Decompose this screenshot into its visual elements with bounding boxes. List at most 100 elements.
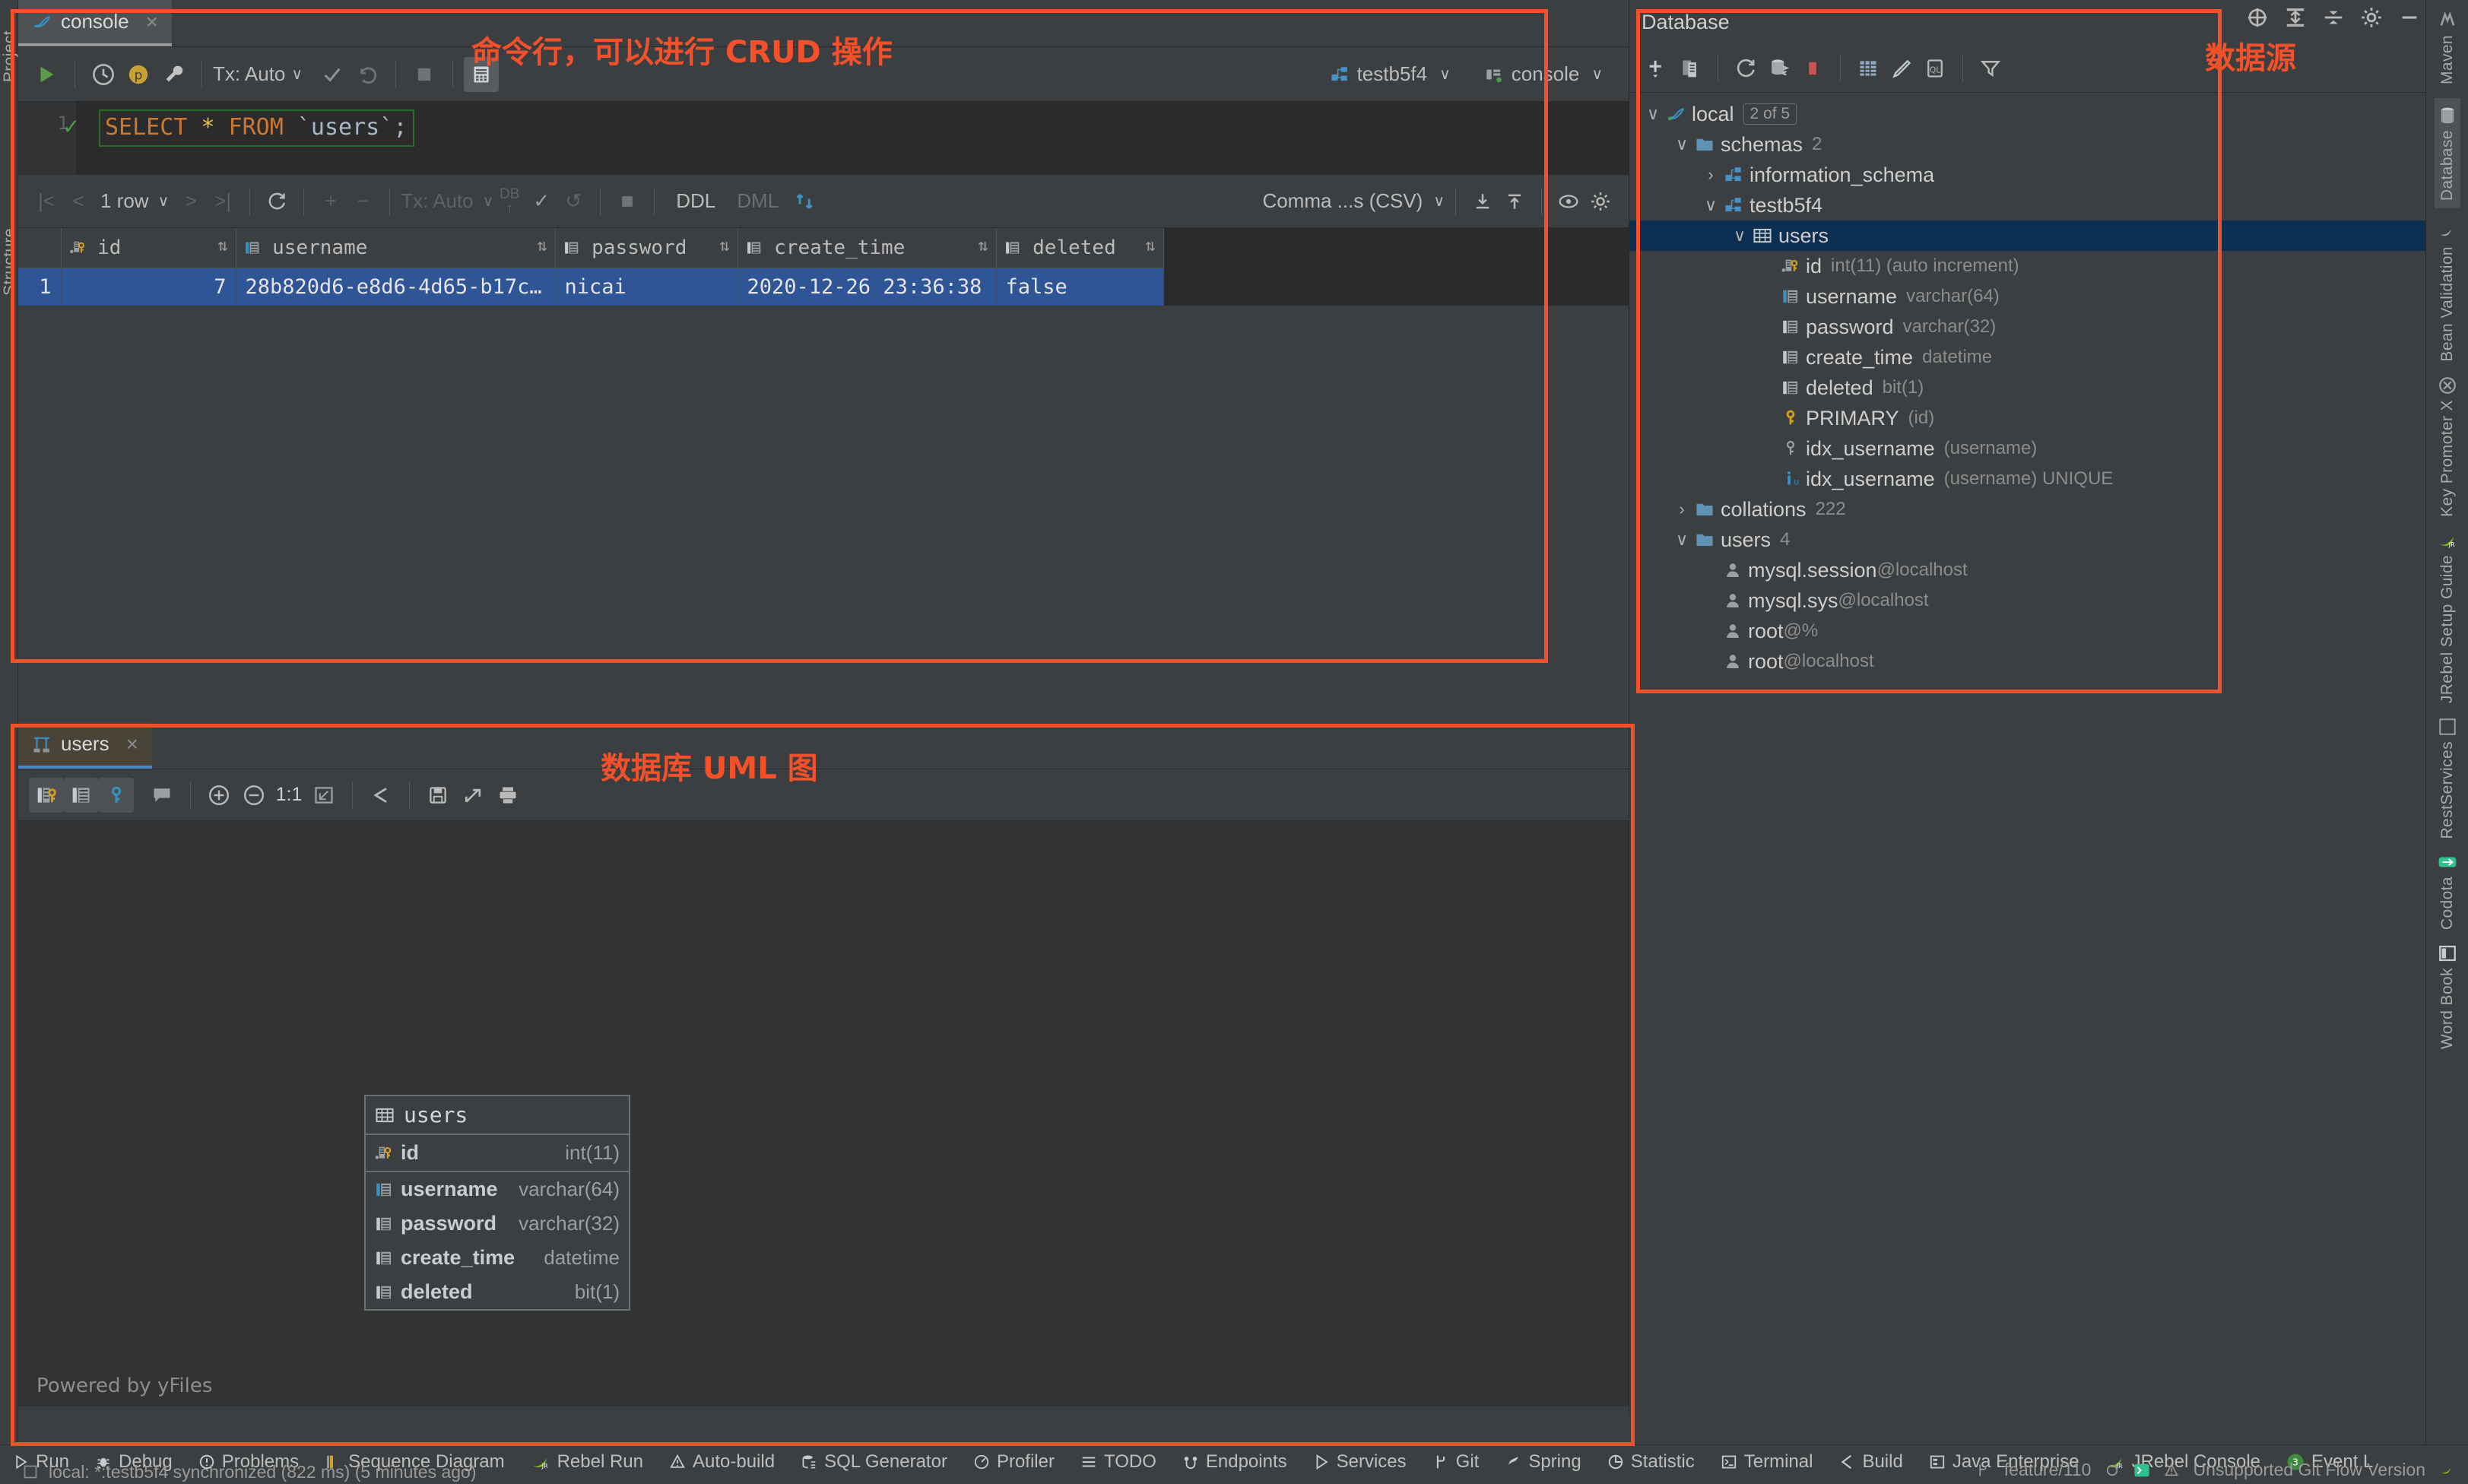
sql-statement[interactable]: SELECT * FROM `users`; (99, 109, 414, 147)
tree-node-mysql-sys[interactable]: mysql.sys@localhost (1629, 585, 2425, 616)
terminal-status-icon[interactable] (2133, 1462, 2150, 1479)
print-icon[interactable] (490, 778, 525, 813)
run-button[interactable] (29, 57, 64, 92)
table-row[interactable]: 1 7 28b820d6-e8d6-4d65-b17c… nicai 2020-… (18, 268, 1163, 306)
query-console-icon[interactable]: QL (1918, 52, 1952, 85)
actual-size-button[interactable]: 1:1 (271, 778, 306, 813)
tree-node-root[interactable]: root@localhost (1629, 646, 2425, 677)
uml-column-row[interactable]: deleted bit(1) (366, 1275, 629, 1309)
tool-window-button-bean-validation[interactable]: Bean Validation (2438, 222, 2457, 362)
grid-rollback-button[interactable]: ↺ (557, 186, 589, 217)
zoom-in-icon[interactable] (201, 778, 236, 813)
tree-node-schemas[interactable]: ∨schemas2 (1629, 129, 2425, 160)
modify-icon[interactable] (1885, 52, 1918, 85)
show-keys-toggle[interactable] (29, 778, 64, 813)
row-count-dropdown[interactable]: 1 row ∨ (100, 189, 169, 213)
uml-column-row[interactable]: create_time datetime (366, 1241, 629, 1275)
cell-username[interactable]: 28b820d6-e8d6-4d65-b17c… (236, 268, 555, 306)
fit-content-icon[interactable] (306, 778, 341, 813)
gear-icon[interactable] (2360, 6, 2383, 29)
prev-page-button[interactable]: < (62, 186, 94, 217)
tree-node-local[interactable]: ∨local2 of 5 (1629, 99, 2425, 129)
history-icon[interactable] (86, 57, 121, 92)
tool-window-button-word-book[interactable]: Word Book (2438, 943, 2457, 1049)
tree-node-idx-username[interactable]: idx_username(username) (1629, 433, 2425, 464)
add-datasource-button[interactable] (1640, 52, 1673, 85)
close-icon[interactable]: × (126, 732, 138, 756)
synchronize-icon[interactable] (1762, 52, 1796, 85)
tree-node-deleted[interactable]: deletedbit(1) (1629, 373, 2425, 403)
commit-button[interactable] (315, 57, 350, 92)
uml-column-row[interactable]: username varchar(64) (366, 1172, 629, 1207)
tool-strip-item-structure[interactable]: Structure (1, 228, 19, 296)
tree-node-mysql-session[interactable]: mysql.session@localhost (1629, 555, 2425, 585)
first-page-button[interactable]: |< (30, 186, 62, 217)
zoom-out-icon[interactable] (236, 778, 271, 813)
column-header-create-time[interactable]: create_time ⇅ (738, 228, 996, 268)
export-format-dropdown[interactable]: Comma ...s (CSV) ∨ (1262, 189, 1445, 213)
chevron-down-icon[interactable]: ∨ (1727, 226, 1753, 246)
stop-button[interactable] (407, 57, 442, 92)
close-icon[interactable]: × (146, 10, 158, 34)
collapse-all-icon[interactable] (2322, 6, 2345, 29)
chevron-right-icon[interactable]: › (1669, 499, 1695, 519)
tree-node-username[interactable]: usernamevarchar(64) (1629, 281, 2425, 312)
wrench-icon[interactable] (156, 57, 191, 92)
cell-password[interactable]: nicai (555, 268, 738, 306)
cell-create-time[interactable]: 2020-12-26 23:36:38 (738, 268, 996, 306)
uml-primary-row[interactable]: id int(11) (366, 1135, 629, 1172)
chevron-down-icon[interactable]: ∨ (1698, 195, 1724, 215)
gear-icon[interactable] (1585, 186, 1616, 217)
sort-icon[interactable]: ⇅ (537, 236, 547, 255)
git-flow-label[interactable]: Unsupported Git Flow Version (2193, 1460, 2425, 1480)
refresh-icon[interactable] (1729, 52, 1762, 85)
eye-icon[interactable] (1553, 186, 1585, 217)
tool-window-button-restservices[interactable]: RestServices (2438, 717, 2457, 839)
column-header-username[interactable]: username ⇅ (236, 228, 555, 268)
tree-node-information-schema[interactable]: ›information_schema (1629, 160, 2425, 190)
result-grid[interactable]: id ⇅ username ⇅ (18, 228, 1629, 306)
database-tree[interactable]: ∨local2 of 5∨schemas2›information_schema… (1629, 93, 2425, 677)
jrebel-status-icon[interactable] (2439, 1462, 2456, 1479)
ddl-button[interactable]: DDL (676, 189, 715, 213)
tree-node-users[interactable]: ∨users4 (1629, 525, 2425, 555)
tool-window-button-key-promoter-x[interactable]: Key Promoter X (2438, 376, 2457, 517)
tool-window-button-database[interactable]: Database (2435, 98, 2460, 208)
table-editor-icon[interactable] (1851, 52, 1885, 85)
copy-icon[interactable] (1673, 52, 1707, 85)
uml-table-node[interactable]: users id int(11) username (364, 1095, 630, 1311)
last-page-button[interactable]: >| (207, 186, 239, 217)
sql-editor[interactable]: 1 ✓ SELECT * FROM `users`; (18, 102, 1629, 175)
column-header-id[interactable]: id ⇅ (61, 228, 236, 268)
reload-button[interactable] (261, 186, 293, 217)
chevron-down-icon[interactable]: ∨ (1669, 530, 1695, 550)
tree-node-testb5f4[interactable]: ∨testb5f4 (1629, 190, 2425, 220)
tx-mode-dropdown[interactable]: Tx: Auto ∨ (213, 62, 303, 86)
comment-icon[interactable] (144, 778, 179, 813)
expand-all-icon[interactable] (2284, 6, 2307, 29)
tree-node-primary[interactable]: PRIMARY(id) (1629, 403, 2425, 433)
hide-icon[interactable] (2398, 6, 2421, 29)
warning-icon[interactable] (2164, 1463, 2179, 1478)
grid-commit-button[interactable]: ✓ (525, 186, 557, 217)
git-branch-label[interactable]: feature/110 (2004, 1460, 2092, 1480)
column-header-deleted[interactable]: deleted ⇅ (996, 228, 1163, 268)
tool-strip-item-project[interactable]: Project (1, 30, 19, 82)
delete-row-button[interactable]: − (347, 186, 379, 217)
uml-canvas[interactable]: users id int(11) username (18, 821, 1629, 1406)
filter-icon[interactable] (1974, 52, 2007, 85)
tab-users-diagram[interactable]: users × (18, 722, 152, 769)
grid-tx-dropdown[interactable]: Tx: Auto ∨ (401, 189, 493, 213)
transpose-icon[interactable] (789, 186, 821, 217)
save-icon[interactable] (420, 778, 455, 813)
chevron-right-icon[interactable]: › (1698, 165, 1724, 185)
upload-icon[interactable] (1499, 186, 1531, 217)
column-header-password[interactable]: password ⇅ (555, 228, 738, 268)
schema-selector[interactable]: testb5f4 ∨ (1330, 62, 1451, 86)
tab-console[interactable]: console × (18, 0, 172, 46)
cell-deleted[interactable]: false (996, 268, 1163, 306)
sort-icon[interactable]: ⇅ (217, 236, 227, 255)
tool-window-button-codota[interactable]: Codota (2438, 852, 2457, 930)
tool-window-button-maven[interactable]: Maven (2438, 11, 2457, 84)
submit-changes-button[interactable]: DB↑ (493, 186, 525, 217)
